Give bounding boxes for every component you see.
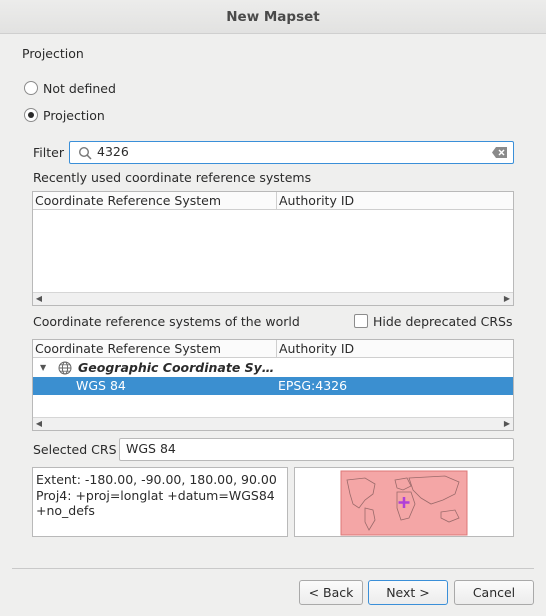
filter-input[interactable]: 4326 [69,141,514,164]
row-authority: EPSG:4326 [278,378,348,393]
projection-group-title: Projection [22,46,84,61]
search-icon [78,146,92,160]
filter-label: Filter [33,145,64,160]
radio-projection-label[interactable]: Projection [43,108,105,123]
scroll-left-icon[interactable]: ◀ [33,293,45,305]
recent-title: Recently used coordinate reference syste… [33,170,312,185]
filter-value: 4326 [97,144,129,159]
recent-col-authority[interactable]: Authority ID [276,192,513,210]
proj4-text: Proj4: +proj=longlat +datum=WGS84 [36,487,275,503]
world-hscrollbar[interactable]: ◀ ▶ [33,417,513,430]
tree-group-row[interactable]: ▼ Geographic Coordinate Sy… [33,359,513,377]
next-button[interactable]: Next > [368,580,448,605]
world-crs-table[interactable]: Coordinate Reference System Authority ID… [32,339,514,431]
globe-icon [58,361,72,375]
tree-group-label: Geographic Coordinate Sy… [78,360,275,375]
recent-hscrollbar[interactable]: ◀ ▶ [33,292,513,305]
radio-projection[interactable] [24,108,38,122]
scroll-left-icon[interactable]: ◀ [33,418,45,430]
proj4-text-cont: +no_defs [36,503,95,518]
radio-not-defined[interactable] [24,81,38,95]
scroll-right-icon[interactable]: ▶ [501,293,513,305]
clear-icon[interactable] [492,147,507,158]
recent-col-crs[interactable]: Coordinate Reference System [33,192,276,210]
table-row[interactable]: WGS 84 EPSG:4326 [33,377,513,395]
divider [12,568,534,569]
radio-not-defined-label[interactable]: Not defined [43,81,116,96]
crs-info-box: Extent: -180.00, -90.00, 180.00, 90.00 P… [32,467,288,537]
world-col-crs[interactable]: Coordinate Reference System [33,340,276,358]
selected-crs-label: Selected CRS [33,442,117,457]
extent-text: Extent: -180.00, -90.00, 180.00, 90.00 [36,472,277,487]
extent-map-preview [294,467,514,537]
row-crs-name: WGS 84 [76,378,126,393]
selected-crs-field[interactable]: WGS 84 [119,438,514,461]
hide-deprecated-label[interactable]: Hide deprecated CRSs [373,314,512,329]
scroll-right-icon[interactable]: ▶ [501,418,513,430]
hide-deprecated-checkbox[interactable] [354,314,368,328]
back-button[interactable]: < Back [299,580,363,605]
world-col-authority[interactable]: Authority ID [276,340,513,358]
window-title: New Mapset [0,0,546,34]
world-title: Coordinate reference systems of the worl… [33,314,300,329]
cancel-button[interactable]: Cancel [454,580,534,605]
world-map-image [340,470,468,536]
expand-arrow-icon[interactable]: ▼ [40,359,46,377]
recent-crs-table[interactable]: Coordinate Reference System Authority ID… [32,191,514,306]
